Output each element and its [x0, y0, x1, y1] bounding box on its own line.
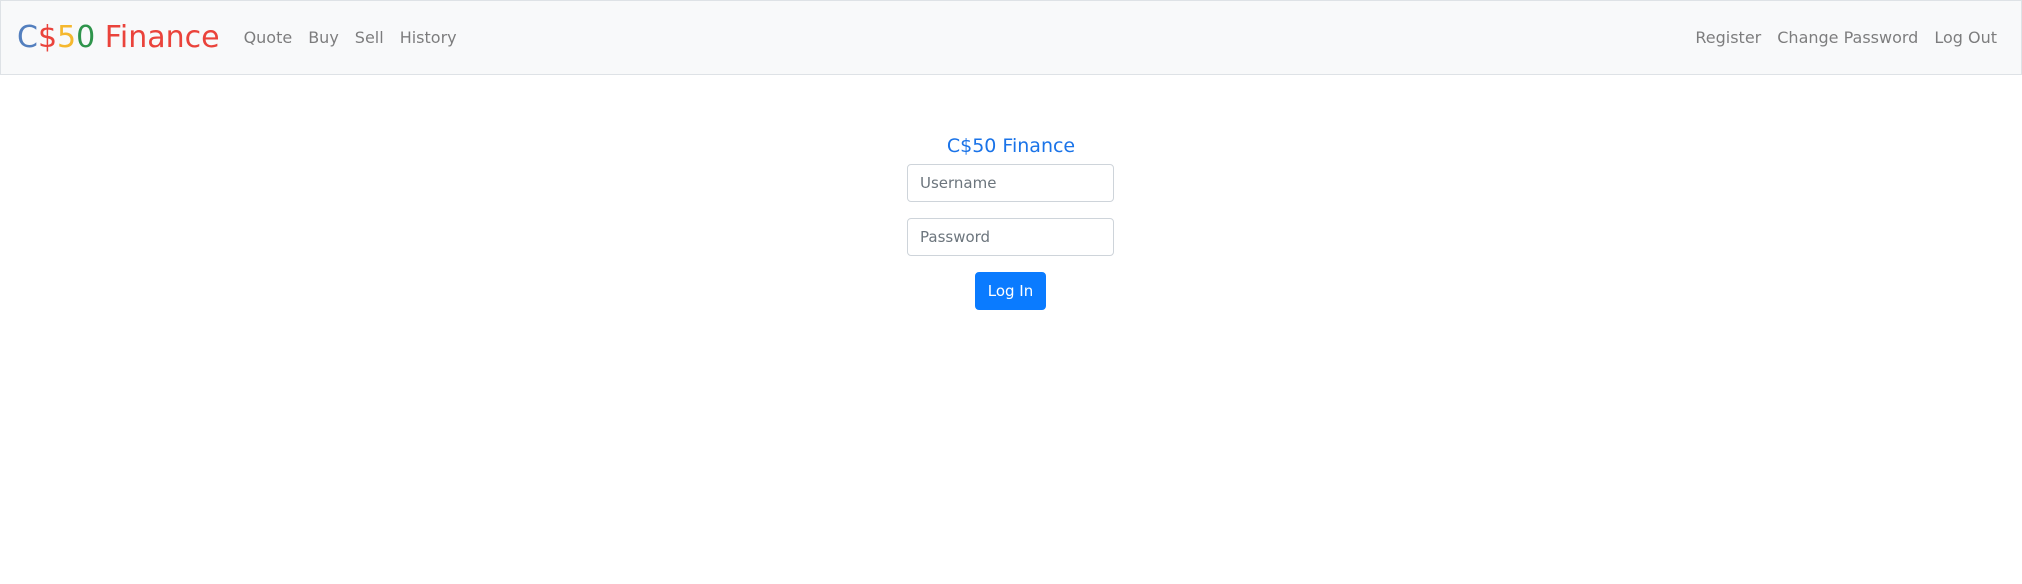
nav-link-register[interactable]: Register — [1695, 28, 1761, 47]
brand-five: 5 — [57, 19, 77, 55]
nav-link-change-password[interactable]: Change Password — [1777, 28, 1918, 47]
login-button[interactable]: Log In — [975, 272, 1046, 310]
username-input[interactable] — [907, 164, 1114, 202]
nav-link-sell[interactable]: Sell — [355, 28, 384, 47]
main-content: C$50 Finance Log In — [0, 75, 2022, 584]
brand-zero: 0 — [76, 19, 96, 55]
password-input[interactable] — [907, 218, 1114, 256]
brand-dollar: $ — [37, 19, 58, 55]
nav-link-quote[interactable]: Quote — [244, 28, 293, 47]
brand-c: C — [17, 19, 38, 55]
brand-finance: Finance — [104, 19, 220, 55]
nav-left: Quote Buy Sell History — [244, 28, 457, 47]
navbar: C$50 Finance Quote Buy Sell History Regi… — [0, 0, 2022, 75]
nav-link-buy[interactable]: Buy — [308, 28, 339, 47]
nav-link-log-out[interactable]: Log Out — [1934, 28, 1997, 47]
login-title: C$50 Finance — [946, 135, 1076, 157]
nav-right: Register Change Password Log Out — [1695, 28, 1997, 47]
nav-link-history[interactable]: History — [400, 28, 457, 47]
brand-logo[interactable]: C$50 Finance — [17, 19, 220, 55]
